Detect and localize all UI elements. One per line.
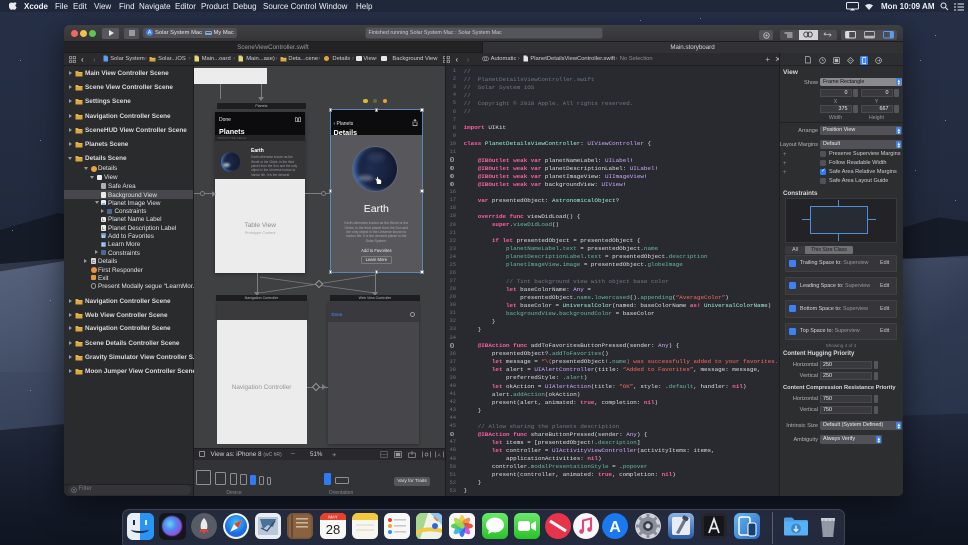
svg-text:A: A [438,452,441,457]
svg-text:MAY: MAY [328,514,337,519]
svg-text:A: A [609,519,621,536]
svg-text:28: 28 [325,522,339,537]
